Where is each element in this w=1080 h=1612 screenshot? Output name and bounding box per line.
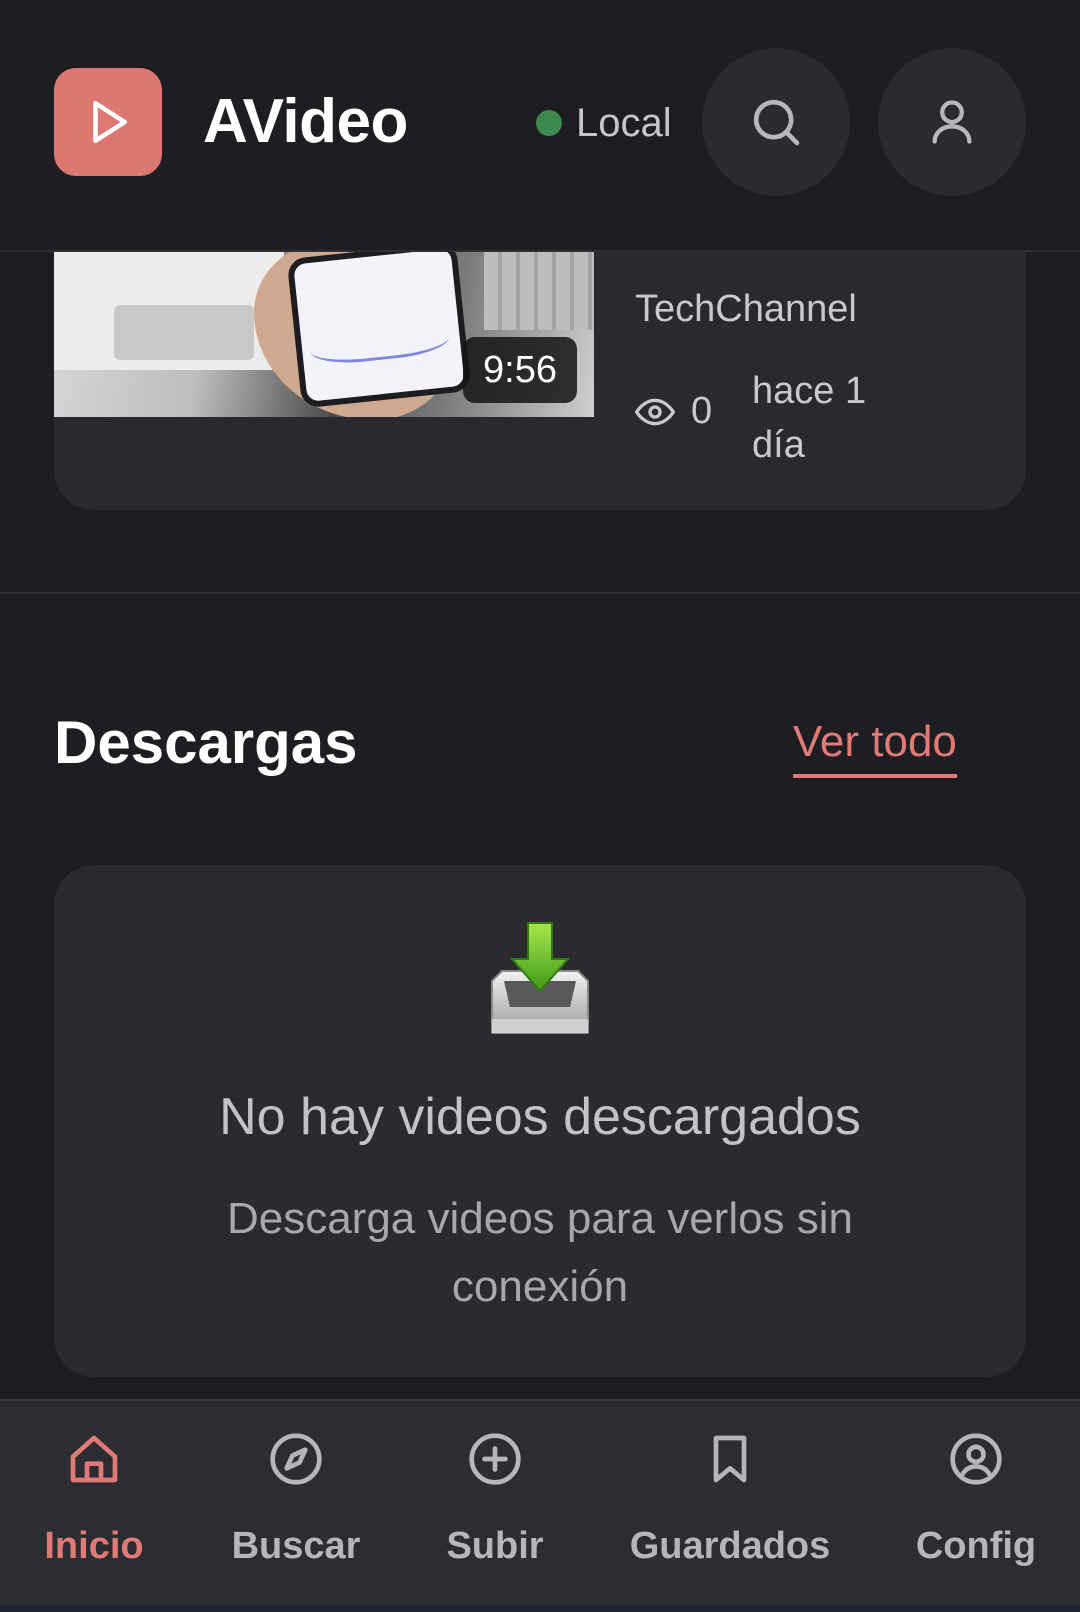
download-tray-icon bbox=[491, 922, 589, 1034]
nav-label: Inicio bbox=[44, 1525, 144, 1567]
nav-label: Config bbox=[915, 1525, 1037, 1567]
channel-name[interactable]: TechChannel bbox=[635, 288, 857, 331]
nav-item-inicio[interactable]: Inicio bbox=[40, 1431, 148, 1568]
empty-description: Descarga videos para verlos sin conexión bbox=[226, 1194, 854, 1311]
nav-item-config[interactable]: Config bbox=[910, 1431, 1042, 1568]
section-divider bbox=[0, 592, 1080, 594]
bottom-navigation: Inicio Buscar Subir Guardados Config bbox=[0, 1399, 1080, 1612]
upload-time: hace 1 día bbox=[752, 370, 867, 466]
thumbnail-stand bbox=[114, 305, 254, 360]
view-count: 0 bbox=[635, 390, 712, 433]
plus-circle-icon bbox=[467, 1431, 523, 1487]
status-label: Local bbox=[576, 100, 672, 145]
search-icon bbox=[753, 99, 800, 146]
nav-item-buscar[interactable]: Buscar bbox=[224, 1431, 368, 1568]
downloads-empty-state: No hay videos descargados Descarga video… bbox=[54, 865, 1026, 1377]
bookmark-icon bbox=[702, 1431, 758, 1487]
thumbnail-keyboard bbox=[484, 240, 594, 330]
connection-status: Local bbox=[536, 98, 672, 148]
app-logo[interactable] bbox=[54, 68, 162, 176]
account-button[interactable] bbox=[878, 48, 1026, 196]
eye-icon bbox=[635, 398, 675, 425]
compass-icon bbox=[268, 1431, 324, 1487]
app-title: AVideo bbox=[203, 87, 408, 156]
app-header: AVideo Local bbox=[0, 0, 1080, 252]
user-circle-icon bbox=[948, 1431, 1004, 1487]
downloads-title: Descargas bbox=[54, 709, 358, 776]
nav-label: Subir bbox=[446, 1525, 544, 1567]
nav-item-guardados[interactable]: Guardados bbox=[620, 1431, 840, 1568]
user-icon bbox=[932, 100, 972, 144]
nav-label: Buscar bbox=[231, 1525, 361, 1567]
home-icon bbox=[66, 1431, 122, 1487]
empty-title: No hay videos descargados bbox=[219, 1088, 861, 1146]
search-button[interactable] bbox=[702, 48, 850, 196]
see-all-link[interactable]: Ver todo bbox=[793, 716, 957, 778]
nav-item-subir[interactable]: Subir bbox=[440, 1431, 550, 1568]
views-count: 0 bbox=[691, 390, 713, 432]
status-dot bbox=[536, 110, 562, 136]
app-screen: 9:56 TechChannel 0 hace 1 día AVideo Loc… bbox=[0, 0, 1080, 1612]
play-icon bbox=[93, 100, 127, 144]
nav-label: Guardados bbox=[629, 1525, 831, 1567]
duration-badge: 9:56 bbox=[463, 337, 577, 403]
